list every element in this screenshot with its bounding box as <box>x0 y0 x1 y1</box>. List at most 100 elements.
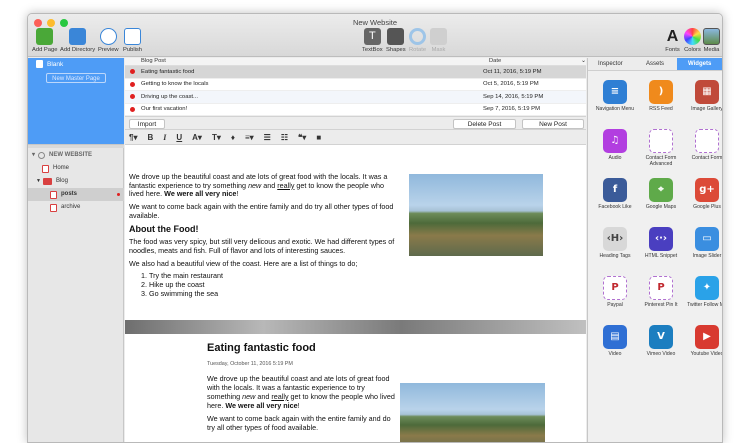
widget-item[interactable]: ♫ Audio <box>592 129 638 175</box>
tree-item-blog[interactable]: ▼ Blog <box>28 175 124 188</box>
italic-button[interactable]: I <box>163 133 166 142</box>
video-insert-icon[interactable]: ■ <box>316 133 321 142</box>
textbox-icon: T <box>363 28 381 45</box>
table-row[interactable]: Our first vacation! Sep 7, 2016, 5:19 PM <box>125 104 586 116</box>
widget-item[interactable]: Contact Form Advanced <box>638 129 684 175</box>
shapes-button[interactable]: Shapes <box>386 28 406 53</box>
fonts-button[interactable]: A Fonts <box>664 28 681 53</box>
widget-label: Contact Form Advanced <box>645 155 677 167</box>
tab-inspector[interactable]: Inspector <box>588 58 633 70</box>
widget-item[interactable]: V Vimeo Video <box>638 325 684 371</box>
textbox-button[interactable]: T TextBox <box>362 28 383 53</box>
panel-splitter[interactable] <box>28 144 124 148</box>
widget-label: HTML Snippet <box>644 253 678 259</box>
list-item: Try the main restaurant <box>149 272 586 281</box>
video-icon: ▤ <box>603 325 627 349</box>
post-date: Sep 7, 2016, 5:19 PM <box>483 106 540 113</box>
post-editor[interactable]: We drove up the beautiful coast and ate … <box>125 165 586 320</box>
page-icon <box>36 60 43 68</box>
widget-item[interactable]: ) RSS Feed <box>638 80 684 126</box>
widget-item[interactable]: ⌖ Google Maps <box>638 178 684 224</box>
import-button[interactable]: Import <box>129 119 165 129</box>
widget-item[interactable]: ▤ Video <box>592 325 638 371</box>
widget-item[interactable]: ✦ Twitter Follow Me <box>684 276 722 322</box>
site-root[interactable]: ▾ NEW WEBSITE <box>28 149 124 162</box>
media-button[interactable]: Media <box>703 28 720 53</box>
ordered-list-button[interactable]: ☰ <box>264 133 271 142</box>
rotate-button[interactable]: Rotate <box>409 28 426 53</box>
master-blank-label: Blank <box>47 60 64 68</box>
post-title: Getting to know the locals <box>141 81 209 88</box>
underline-button[interactable]: U <box>176 133 182 142</box>
widget-item[interactable]: ▭ Image Slider <box>684 227 722 273</box>
widget-label: Vimeo Video <box>646 351 676 357</box>
publish-button[interactable]: Publish <box>123 28 142 53</box>
image-slider-icon: ▭ <box>695 227 719 251</box>
mask-button[interactable]: Mask <box>430 28 447 53</box>
tree-item-posts[interactable]: posts <box>28 188 124 201</box>
widget-item[interactable]: g+ Google Plus <box>684 178 722 224</box>
colors-button[interactable]: Colors <box>684 28 701 53</box>
new-post-button[interactable]: New Post <box>522 119 584 129</box>
fonts-label: Fonts <box>665 47 680 53</box>
folder-icon <box>42 178 52 185</box>
unordered-list-button[interactable]: ☷ <box>281 133 288 142</box>
unsaved-dot-icon <box>117 193 120 196</box>
widget-item[interactable]: P Pinterest Pin It <box>638 276 684 322</box>
tree-item-home[interactable]: Home <box>28 162 124 175</box>
highlight-icon[interactable]: ♦ <box>231 133 235 142</box>
add-directory-button[interactable]: Add Directory <box>60 28 95 53</box>
tab-widgets[interactable]: Widgets <box>677 58 722 70</box>
paragraph-style-button[interactable]: ¶▾ <box>129 133 137 142</box>
shapes-icon <box>387 28 405 45</box>
table-row[interactable]: Eating fantastic food Oct 11, 2016, 5:19 … <box>125 66 586 79</box>
preview-header-image <box>125 320 586 334</box>
column-date[interactable]: Date <box>489 58 581 65</box>
align-button[interactable]: ≡▾ <box>245 133 254 142</box>
preview-button[interactable]: Preview <box>98 28 119 53</box>
new-master-page-button[interactable]: New Master Page <box>46 73 106 83</box>
widget-item[interactable]: ‹·› HTML Snippet <box>638 227 684 273</box>
add-directory-label: Add Directory <box>60 47 96 53</box>
site-tree: ▾ NEW WEBSITE Home ▼ Blog posts archive <box>28 149 124 214</box>
table-row[interactable]: Driving up the coast... Sep 14, 2016, 5:1… <box>125 91 586 104</box>
add-page-button[interactable]: Add Page <box>32 28 57 53</box>
post-title: Eating fantastic food <box>141 68 195 75</box>
preview-coast-photo <box>400 383 545 442</box>
app-window: New Website Add Page Add Directory Previ… <box>27 13 723 443</box>
tree-item-label: archive <box>61 204 81 210</box>
widget-item[interactable]: f Facebook Like <box>592 178 638 224</box>
status-dot-icon <box>130 81 135 87</box>
text-size-button[interactable]: T▾ <box>212 133 221 142</box>
font-color-button[interactable]: A▾ <box>192 133 202 142</box>
column-blog-post[interactable]: Blog Post <box>141 58 489 65</box>
contact-form-advanced-icon <box>649 129 673 153</box>
table-row[interactable]: Getting to know the locals Oct 5, 2016, 5… <box>125 79 586 91</box>
publish-label: Publish <box>123 47 143 53</box>
widget-label: RSS Feed <box>649 106 673 112</box>
tree-item-label: Blog <box>55 178 68 184</box>
delete-post-button[interactable]: Delete Post <box>453 119 516 129</box>
pinterest-icon: P <box>649 276 673 300</box>
column-menu-chevron-icon[interactable]: ⌄ <box>581 58 586 65</box>
bold-button[interactable]: B <box>147 133 153 142</box>
quote-button[interactable]: ❝▾ <box>298 133 306 142</box>
widget-item[interactable]: ‹H› Heading Tags <box>592 227 638 273</box>
widget-item[interactable]: P Paypal <box>592 276 638 322</box>
post-title: Driving up the coast... <box>141 93 198 100</box>
master-blank-item[interactable]: Blank <box>36 60 63 68</box>
youtube-icon: ▶ <box>695 325 719 349</box>
tree-item-archive[interactable]: archive <box>28 201 124 214</box>
add-directory-icon <box>69 28 87 45</box>
format-toolbar: ¶▾ B I U A▾ T▾ ♦ ≡▾ ☰ ☷ ❝▾ ■ <box>125 130 586 145</box>
widget-label: Navigation Menu <box>595 106 635 112</box>
rotate-icon <box>409 28 427 45</box>
widget-item[interactable]: ▶ Youtube Video <box>684 325 722 371</box>
site-globe-icon <box>38 152 46 159</box>
coast-photo[interactable] <box>409 174 543 256</box>
widget-item[interactable]: ≡ Navigation Menu <box>592 80 638 126</box>
tab-assets[interactable]: Assets <box>633 58 678 70</box>
widget-item[interactable]: ▦ Image Gallery <box>684 80 722 126</box>
editor-paragraph-4: We also had a beautiful view of the coas… <box>129 258 358 268</box>
widget-item[interactable]: Contact Form <box>684 129 722 175</box>
